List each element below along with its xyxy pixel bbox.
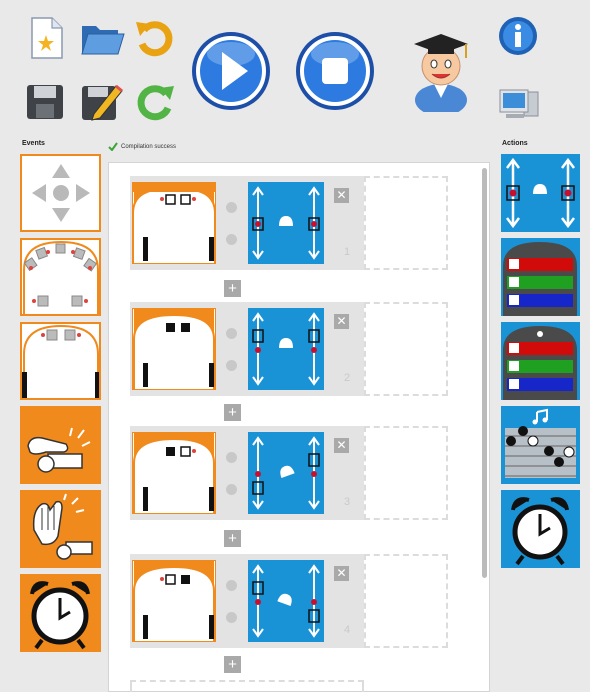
- bottom-colors-action-block[interactable]: [501, 322, 580, 400]
- advanced-mode-button[interactable]: [410, 28, 472, 116]
- buttons-event-block[interactable]: [20, 154, 101, 232]
- robot-connection-button[interactable]: [498, 86, 540, 122]
- buttons-icon: [32, 164, 90, 222]
- state-dot[interactable]: [226, 452, 237, 463]
- tap-event-block[interactable]: [20, 406, 101, 484]
- pair-event-block[interactable]: [132, 432, 216, 514]
- clap-event-block[interactable]: [20, 490, 101, 568]
- state-dot[interactable]: [226, 484, 237, 495]
- top-colors-action-block[interactable]: [501, 238, 580, 316]
- pair-event-block[interactable]: [132, 178, 216, 264]
- pair-action-block[interactable]: [248, 182, 324, 264]
- remove-pair-button[interactable]: ✕: [334, 566, 349, 581]
- remove-pair-button[interactable]: ✕: [334, 314, 349, 329]
- motors-icon: [252, 564, 320, 638]
- info-button[interactable]: [498, 16, 538, 56]
- timer-event-block[interactable]: [20, 574, 101, 652]
- open-folder-icon: [81, 26, 125, 55]
- motors-icon: [252, 312, 320, 386]
- actions-heading: Actions: [502, 140, 528, 147]
- top-colors-icon: [503, 242, 577, 316]
- edit-icon: [82, 84, 123, 121]
- empty-pair-drop-target[interactable]: [130, 680, 364, 692]
- save-button[interactable]: [26, 84, 66, 120]
- motors-icon: [506, 157, 575, 229]
- alarm-clock-icon: [511, 497, 569, 566]
- state-dot[interactable]: [226, 580, 237, 591]
- pair-drop-target[interactable]: [364, 302, 448, 396]
- teacher-icon: [414, 34, 468, 116]
- state-dot[interactable]: [226, 612, 237, 623]
- add-pair-button[interactable]: +: [224, 530, 241, 547]
- workspace-scrollbar[interactable]: [482, 168, 487, 578]
- undo-icon: [136, 21, 173, 57]
- state-dot[interactable]: [226, 234, 237, 245]
- ground-sensors-icon: [133, 561, 215, 641]
- clap-icon: [32, 493, 93, 560]
- compilation-status: Compilation success: [108, 142, 176, 151]
- redo-button[interactable]: [134, 80, 176, 122]
- pair-drop-target[interactable]: [364, 554, 448, 648]
- bottom-colors-icon: [503, 326, 577, 400]
- event-action-pair-4[interactable]: ✕ 4: [130, 554, 364, 648]
- motors-action-block[interactable]: [501, 154, 580, 232]
- rename-button[interactable]: [80, 80, 124, 122]
- timer-action-block[interactable]: [501, 490, 580, 568]
- alarm-clock-icon: [30, 581, 90, 650]
- ground-sensors-icon: [133, 433, 215, 513]
- pair-event-block[interactable]: [132, 560, 216, 642]
- pair-number: 3: [344, 496, 351, 508]
- undo-button[interactable]: [134, 16, 176, 58]
- open-button[interactable]: [80, 18, 126, 58]
- front-proximity-event-block[interactable]: [20, 238, 101, 316]
- checkmark-icon: [108, 142, 118, 151]
- remove-pair-button[interactable]: ✕: [334, 438, 349, 453]
- add-pair-button[interactable]: +: [224, 280, 241, 297]
- pair-drop-target[interactable]: [364, 176, 448, 270]
- compilation-status-text: Compilation success: [121, 143, 177, 150]
- pair-number: 2: [344, 372, 351, 384]
- ground-sensors-icon: [132, 178, 216, 263]
- event-action-pair-1[interactable]: ✕ 1: [130, 176, 364, 270]
- save-icon: [27, 85, 63, 119]
- state-dot[interactable]: [226, 202, 237, 213]
- music-action-block[interactable]: [501, 406, 580, 484]
- run-button[interactable]: [190, 30, 272, 112]
- pair-drop-target[interactable]: [364, 426, 448, 520]
- info-icon: [499, 17, 537, 55]
- event-action-pair-3[interactable]: ✕ 3: [130, 426, 364, 520]
- run-icon: [192, 32, 270, 110]
- pair-action-block[interactable]: [248, 308, 324, 390]
- pair-action-block[interactable]: [248, 432, 324, 514]
- state-dot[interactable]: [226, 328, 237, 339]
- state-dot[interactable]: [226, 360, 237, 371]
- new-file-button[interactable]: [24, 16, 68, 60]
- motors-icon: [252, 186, 320, 260]
- pair-number: 4: [344, 624, 351, 636]
- stop-icon: [296, 32, 374, 110]
- pair-action-block[interactable]: [248, 560, 324, 642]
- ground-sensors-icon: [133, 309, 215, 389]
- tap-icon: [27, 427, 91, 473]
- stop-button[interactable]: [294, 30, 376, 112]
- add-pair-button[interactable]: +: [224, 656, 241, 673]
- event-action-pair-2[interactable]: ✕ 2: [130, 302, 364, 396]
- pair-event-block[interactable]: [132, 308, 216, 390]
- ground-sensors-icon: [22, 324, 100, 398]
- computer-icon: [499, 89, 539, 118]
- remove-pair-button[interactable]: ✕: [334, 188, 349, 203]
- proximity-sensors-icon: [23, 240, 99, 314]
- new-file-icon: [31, 17, 63, 59]
- add-pair-button[interactable]: +: [224, 404, 241, 421]
- redo-icon: [137, 85, 174, 121]
- pair-number: 1: [344, 246, 351, 258]
- events-heading: Events: [22, 140, 45, 147]
- music-icon: [505, 408, 576, 478]
- motors-icon: [252, 436, 320, 510]
- ground-sensor-event-block[interactable]: [20, 322, 101, 400]
